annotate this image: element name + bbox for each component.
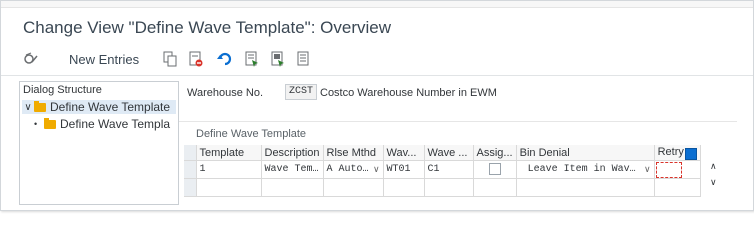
- chevron-up-icon[interactable]: ∧: [710, 161, 717, 172]
- chevron-down-icon[interactable]: ∨: [22, 102, 34, 113]
- column-header[interactable]: Bin Denial: [516, 145, 655, 161]
- toolbar: New Entries: [1, 41, 753, 76]
- column-header-retry[interactable]: Retry: [654, 145, 701, 161]
- select-all-icon[interactable]: [245, 50, 259, 68]
- column-header[interactable]: Wave ...: [424, 145, 474, 161]
- table-scrollbar[interactable]: ∧ ∨: [709, 161, 721, 195]
- column-header[interactable]: Rlse Mthd: [323, 145, 384, 161]
- table-row[interactable]: [184, 178, 701, 197]
- chevron-down-icon[interactable]: ∨: [710, 177, 717, 188]
- wave-cell[interactable]: [424, 178, 474, 197]
- wave-template-table: Template Description Rlse Mthd Wav... Wa…: [184, 145, 701, 197]
- wave-type-cell[interactable]: [383, 178, 425, 197]
- wave-template-group: Define Wave Template Template Descriptio…: [179, 121, 737, 208]
- copy-icon[interactable]: [163, 50, 177, 68]
- dialog-structure-panel: Dialog Structure ∨ Define Wave Template …: [19, 81, 179, 205]
- new-entries-button[interactable]: New Entries: [69, 50, 139, 68]
- row-selector-header[interactable]: [184, 145, 197, 161]
- window-top-strip: [1, 1, 753, 8]
- group-title: Define Wave Template: [196, 128, 307, 140]
- dialog-structure-header: Dialog Structure: [23, 84, 102, 96]
- tree-item-define-wave-template-sub[interactable]: • Define Wave Templa: [34, 117, 170, 131]
- retry-input-focus[interactable]: [655, 162, 682, 178]
- table-row[interactable]: 1 Wave Tem… A Auto… ∨ WT01 C1 Leave Item…: [184, 160, 701, 179]
- tree-item-label: Define Wave Template: [50, 100, 171, 114]
- deselect-all-icon[interactable]: [297, 50, 311, 68]
- retry-cell[interactable]: [654, 178, 701, 197]
- release-method-cell[interactable]: [323, 178, 384, 197]
- chevron-down-icon[interactable]: ∨: [644, 164, 651, 175]
- bullet-icon: •: [34, 119, 38, 129]
- dropdown-value: Leave Item in Wav…: [527, 164, 636, 175]
- bin-denial-dropdown[interactable]: Leave Item in Wav… ∨: [516, 160, 655, 179]
- column-header[interactable]: Wav...: [383, 145, 425, 161]
- undo-icon[interactable]: [217, 50, 233, 68]
- release-method-dropdown[interactable]: A Auto… ∨: [323, 160, 384, 179]
- wave-cell[interactable]: C1: [424, 160, 474, 179]
- assign-cell[interactable]: [473, 178, 517, 197]
- assign-checkbox[interactable]: [488, 163, 501, 176]
- row-selector[interactable]: [184, 178, 197, 197]
- row-selector[interactable]: [184, 160, 197, 179]
- main-content: Warehouse No. ZCST Costco Warehouse Numb…: [179, 81, 737, 207]
- dropdown-value: A Auto…: [326, 164, 369, 175]
- bin-denial-cell[interactable]: [516, 178, 655, 197]
- warehouse-field: ZCST: [285, 84, 317, 100]
- delete-icon[interactable]: [189, 50, 203, 68]
- display-change-icon[interactable]: [23, 50, 39, 68]
- wave-type-cell[interactable]: WT01: [383, 160, 425, 179]
- sap-window: Change View "Define Wave Template": Over…: [0, 0, 754, 211]
- template-cell[interactable]: 1: [196, 160, 262, 179]
- folder-icon: [34, 100, 46, 112]
- description-cell[interactable]: Wave Tem…: [261, 160, 324, 179]
- tree-item-label: Define Wave Templa: [60, 117, 171, 131]
- warehouse-label: Warehouse No.: [187, 87, 264, 99]
- folder-icon: [44, 117, 56, 129]
- column-header[interactable]: Template: [196, 145, 262, 161]
- column-header[interactable]: Description: [261, 145, 324, 161]
- template-cell[interactable]: [196, 178, 262, 197]
- warehouse-description: Costco Warehouse Number in EWM: [320, 87, 497, 99]
- table-settings-icon[interactable]: [684, 147, 697, 160]
- table-header-row: Template Description Rlse Mthd Wav... Wa…: [184, 145, 701, 161]
- column-header[interactable]: Assig...: [473, 145, 517, 161]
- chevron-down-icon[interactable]: ∨: [373, 164, 380, 175]
- column-header-label: Retry: [657, 145, 684, 158]
- description-cell[interactable]: [261, 178, 324, 197]
- retry-cell[interactable]: [654, 160, 701, 179]
- tree-item-define-wave-template[interactable]: ∨ Define Wave Template: [22, 100, 176, 114]
- page-title: Change View "Define Wave Template": Over…: [23, 18, 391, 37]
- select-block-icon[interactable]: [271, 50, 285, 68]
- assign-cell: [473, 160, 517, 179]
